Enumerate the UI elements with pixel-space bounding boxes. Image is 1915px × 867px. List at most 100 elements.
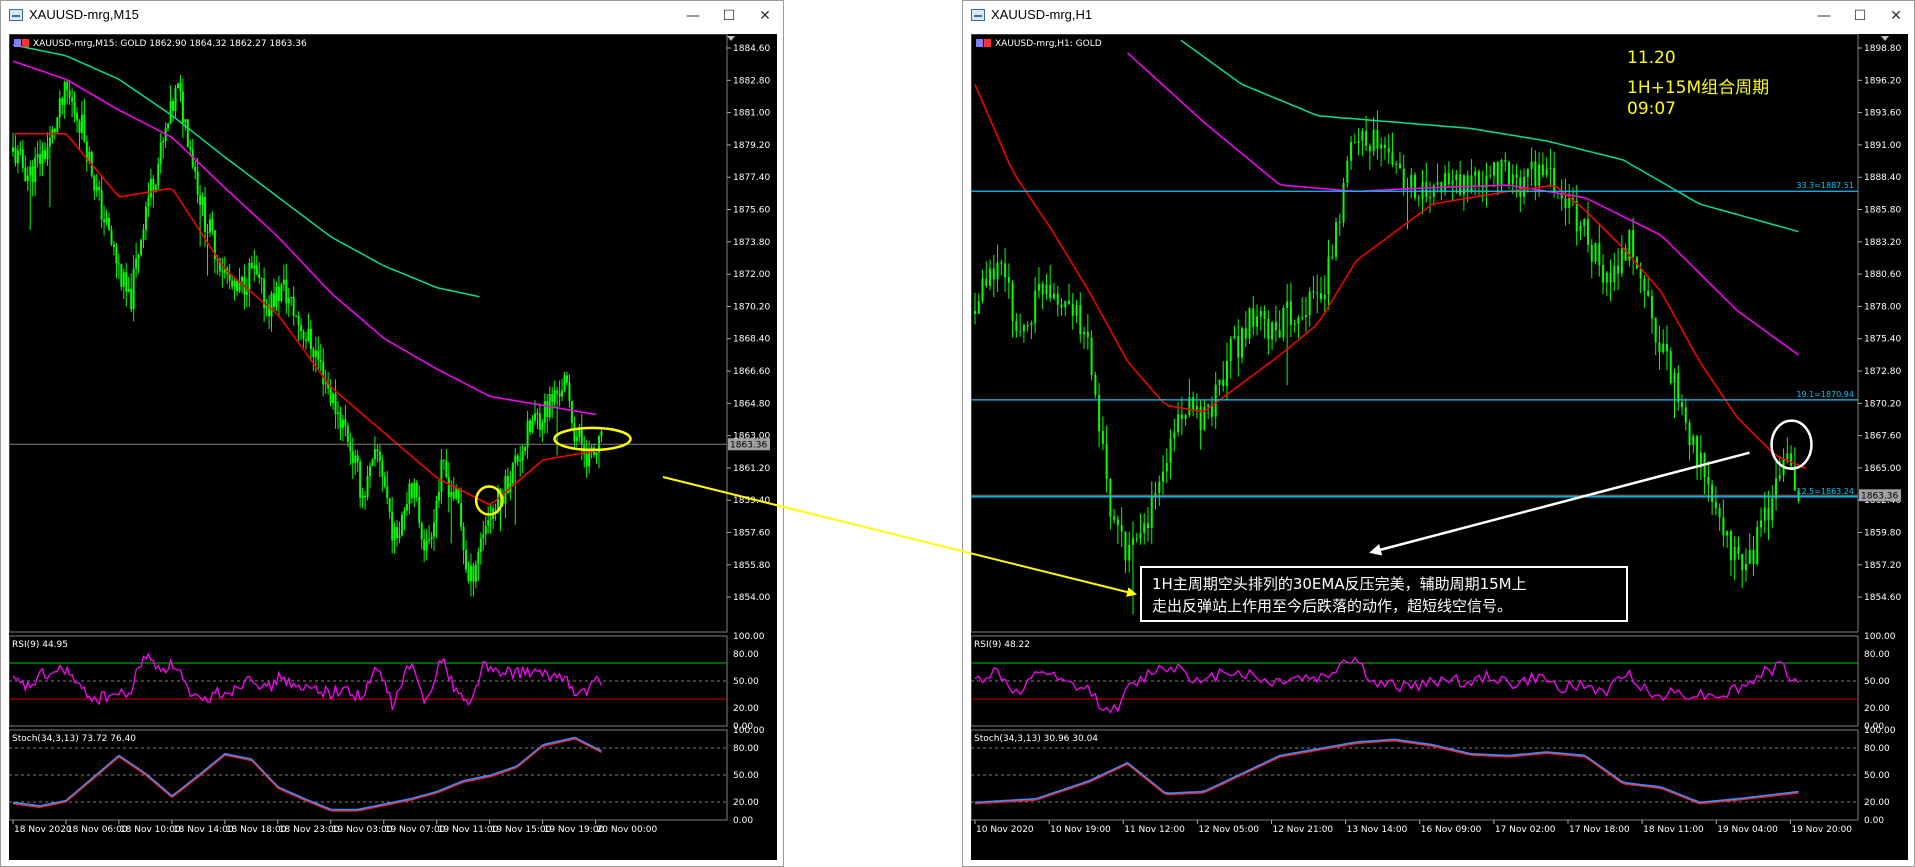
- candle-body: [487, 520, 490, 526]
- candle-body: [1022, 325, 1025, 332]
- candle-body: [1248, 308, 1251, 339]
- candle-body: [206, 231, 209, 233]
- candle-body: [585, 454, 588, 467]
- time-axis-label: 17 Nov 18:00: [1569, 825, 1630, 835]
- candle-body: [1782, 459, 1785, 476]
- candle-body: [319, 359, 322, 362]
- minimize-button[interactable]: —: [1806, 1, 1842, 31]
- current-price-label: 1863.36: [1861, 491, 1898, 501]
- close-button[interactable]: ✕: [1878, 1, 1914, 31]
- candle-body: [1327, 256, 1330, 295]
- candle-body: [1639, 268, 1642, 279]
- candle-body: [1530, 161, 1533, 169]
- candle-body: [282, 279, 285, 285]
- candle-body: [1669, 351, 1672, 383]
- candle-body: [469, 565, 472, 582]
- candle-body: [1387, 147, 1390, 153]
- candle-body: [1323, 294, 1326, 300]
- maximize-button[interactable]: ☐: [1842, 1, 1878, 31]
- candle-body: [1056, 293, 1059, 305]
- candle-body: [1500, 160, 1503, 186]
- candle-body: [149, 178, 152, 198]
- candle-body: [61, 98, 64, 105]
- candle-body: [68, 90, 71, 98]
- candle-body: [381, 460, 384, 477]
- candle-body: [1515, 174, 1518, 178]
- stoch-axis-label: 0.00: [733, 816, 753, 826]
- close-button[interactable]: ✕: [747, 1, 783, 31]
- candle-body: [1602, 265, 1605, 283]
- candle-body: [53, 129, 56, 133]
- stoch-axis-label: 20.00: [733, 798, 759, 808]
- candle-body: [1632, 230, 1635, 257]
- candle-body: [465, 550, 468, 570]
- candle-body: [258, 274, 261, 278]
- m15-window-title: XAUUSD-mrg,M15: [29, 7, 139, 22]
- m15-chart-area[interactable]: 1884.60 1882.80 1881.00 1879.20 1877.40 1875.…: [9, 34, 777, 860]
- candle-body: [1263, 310, 1266, 319]
- candle-body: [272, 293, 275, 307]
- price-axis-label: 1873.80: [733, 238, 770, 248]
- candle-body: [568, 382, 571, 402]
- price-axis-label: 1855.80: [733, 561, 770, 571]
- candle-body: [176, 83, 179, 89]
- symbol-info: XAUUSD-mrg,H1: GOLD: [995, 39, 1102, 49]
- h1-chart-area[interactable]: 1898.80 1896.20 1893.60 1891.00 1888.40 1885.…: [971, 34, 1908, 860]
- candle-body: [1026, 325, 1029, 327]
- candle-body: [489, 518, 492, 521]
- candle-body: [405, 504, 408, 511]
- candle-body: [1410, 174, 1413, 188]
- candle-body: [56, 117, 59, 133]
- candle-body: [445, 460, 448, 478]
- candle-body: [440, 459, 443, 492]
- candle-body: [31, 166, 34, 183]
- price-axis-label: 1857.20: [1864, 561, 1901, 571]
- candle-body: [1086, 332, 1089, 338]
- candle-body: [501, 495, 504, 504]
- candle-body: [71, 97, 74, 102]
- candle-body: [302, 331, 305, 340]
- candle-body: [433, 522, 436, 537]
- candle-body: [186, 119, 189, 148]
- h1-titlebar[interactable]: XAUUSD-mrg,H1 — ☐ ✕: [963, 1, 1914, 31]
- candle-body: [590, 447, 593, 451]
- fib-level-label: 33.3=1887.51: [1796, 181, 1854, 190]
- candle-body: [484, 525, 487, 535]
- candle-body: [1609, 272, 1612, 283]
- stoch-label: Stoch(34,3,13) 73.72 76.40: [12, 734, 136, 744]
- candle-body: [1218, 379, 1221, 385]
- candle-body: [1007, 277, 1010, 283]
- candle-body: [312, 348, 315, 358]
- candle-body: [1688, 422, 1691, 446]
- candle-body: [184, 119, 187, 123]
- candle-body: [201, 197, 204, 205]
- candle-body: [14, 147, 17, 164]
- candle-body: [127, 288, 130, 292]
- candle-body: [1492, 162, 1495, 176]
- candle-body: [39, 154, 42, 164]
- candle-body: [1549, 167, 1552, 169]
- candle-body: [1594, 243, 1597, 262]
- candle-body: [393, 526, 396, 541]
- candle-body: [1256, 316, 1259, 327]
- m15-chart-svg[interactable]: 1884.60 1882.80 1881.00 1879.20 1877.40 1875.…: [9, 34, 777, 860]
- time-axis-label: 17 Nov 02:00: [1495, 825, 1556, 835]
- candle-body: [1241, 328, 1244, 358]
- rsi-axis-label: 20.00: [1864, 704, 1890, 714]
- candle-body: [1331, 256, 1334, 258]
- time-axis-label: 12 Nov 05:00: [1198, 825, 1259, 835]
- candle-body: [1684, 407, 1687, 423]
- candle-body: [137, 255, 140, 259]
- candle-body: [529, 420, 532, 433]
- candle-body: [1105, 443, 1108, 479]
- candle-body: [1718, 508, 1721, 518]
- h1-chart-svg[interactable]: 1898.80 1896.20 1893.60 1891.00 1888.40 1885.…: [971, 34, 1908, 860]
- time-axis-label: 13 Nov 14:00: [1347, 825, 1408, 835]
- candle-body: [152, 178, 155, 192]
- candle-body: [1790, 453, 1793, 466]
- candle-body: [1391, 152, 1394, 165]
- minimize-button[interactable]: —: [675, 1, 711, 31]
- maximize-button[interactable]: ☐: [711, 1, 747, 31]
- m15-titlebar[interactable]: XAUUSD-mrg,M15 — ☐ ✕: [1, 1, 783, 31]
- candle-body: [304, 339, 307, 341]
